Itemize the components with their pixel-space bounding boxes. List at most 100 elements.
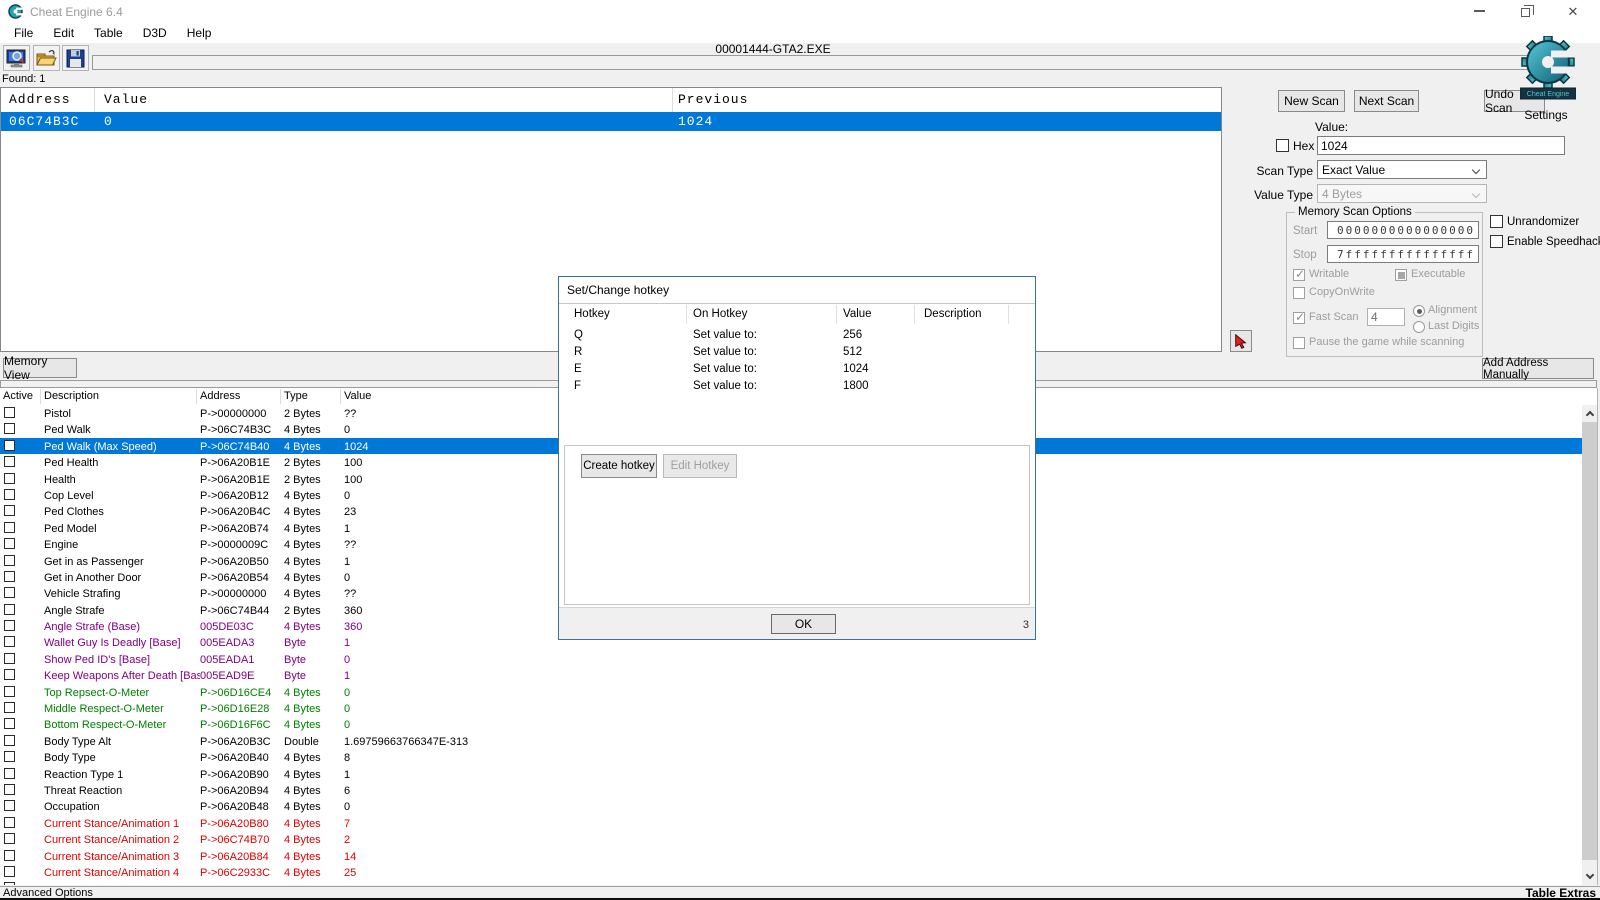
scan-value-input[interactable] [1317,136,1565,155]
menu-item[interactable]: Edit [43,26,84,40]
table-row[interactable] [0,880,1582,885]
column-header-description[interactable]: Description [44,390,99,402]
menu-item[interactable]: Table [84,26,133,40]
scroll-down-button[interactable] [1582,868,1597,885]
column-header-hotkey[interactable]: Hotkey [574,308,684,320]
table-row[interactable]: Threat Reaction P->06A20B94 4 Bytes 6 [0,782,1582,798]
settings-link[interactable]: Settings [1506,108,1586,122]
column-header-type[interactable]: Type [284,390,308,402]
active-checkbox[interactable] [4,653,15,664]
pause-game-checkbox[interactable] [1293,337,1305,349]
active-checkbox[interactable] [4,473,15,484]
table-row[interactable]: Current Stance/Animation 4 P->06C2933C 4… [0,864,1582,880]
vertical-scrollbar[interactable] [1582,405,1597,885]
restore-button[interactable] [1505,0,1545,22]
active-checkbox[interactable] [4,850,15,861]
active-checkbox[interactable] [4,407,15,418]
add-selected-addresses-button[interactable] [1230,330,1252,352]
column-header-value[interactable]: Value [104,92,148,107]
table-row[interactable]: Current Stance/Animation 2 P->06C74B70 4… [0,831,1582,847]
active-checkbox[interactable] [4,702,15,713]
active-checkbox[interactable] [4,833,15,844]
executable-checkbox[interactable] [1395,269,1407,281]
memory-view-button[interactable]: Memory View [3,358,77,378]
hotkey-action: Set value to: [693,363,833,375]
add-address-manually-button[interactable]: Add Address Manually [1482,358,1594,379]
table-row[interactable]: Body Type Alt P->06A20B3C Double 1.69759… [0,733,1582,749]
active-checkbox[interactable] [4,768,15,779]
ok-button[interactable]: OK [771,614,836,634]
active-checkbox[interactable] [4,784,15,795]
hotkey-row[interactable]: Q Set value to: 256 [559,327,1035,344]
active-checkbox[interactable] [4,604,15,615]
minimize-button[interactable] [1459,0,1499,22]
new-scan-button[interactable]: New Scan [1278,90,1345,112]
start-address-input[interactable] [1327,221,1479,239]
last-digits-radio[interactable] [1413,321,1425,333]
alignment-radio[interactable] [1413,305,1425,317]
column-header-value[interactable]: Value [344,390,371,402]
hotkey-row[interactable]: F Set value to: 1800 [559,378,1035,395]
column-header-active[interactable]: Active [3,390,33,402]
active-checkbox[interactable] [4,817,15,828]
table-row[interactable]: Body Type P->06A20B40 4 Bytes 8 [0,749,1582,765]
scroll-up-button[interactable] [1582,405,1597,422]
table-row[interactable]: Reaction Type 1 P->06A20B90 4 Bytes 1 [0,766,1582,782]
stop-address-input[interactable] [1327,245,1479,263]
menu-item[interactable]: D3D [133,26,177,40]
copyonwrite-checkbox[interactable] [1293,287,1305,299]
active-checkbox[interactable] [4,456,15,467]
active-checkbox[interactable] [4,587,15,598]
table-row[interactable]: Top Repsect-O-Meter P->06D16CE4 4 Bytes … [0,684,1582,700]
enable-speedhack-checkbox[interactable] [1490,235,1503,248]
column-header-address[interactable]: Address [200,390,240,402]
active-checkbox[interactable] [4,882,15,885]
fast-scan-alignment-input[interactable] [1367,308,1405,326]
scan-result-row[interactable]: 06C74B3C 0 1024 [1,112,1221,131]
unrandomizer-checkbox[interactable] [1490,215,1503,228]
table-row[interactable]: Occupation P->06A20B48 4 Bytes 0 [0,798,1582,814]
active-checkbox[interactable] [4,686,15,697]
column-header-address[interactable]: Address [9,92,71,107]
active-checkbox[interactable] [4,423,15,434]
scrollbar-thumb[interactable] [1582,422,1597,860]
table-row[interactable]: Show Ped ID's [Base] 005EADA1 Byte 0 [0,651,1582,667]
active-checkbox[interactable] [4,571,15,582]
fast-scan-checkbox[interactable]: ✓ [1293,312,1305,324]
edit-hotkey-button[interactable]: Edit Hotkey [663,454,737,478]
active-checkbox[interactable] [4,538,15,549]
table-row[interactable]: Current Stance/Animation 1 P->06A20B80 4… [0,815,1582,831]
column-header-previous[interactable]: Previous [678,92,748,107]
menu-item[interactable]: Help [177,26,222,40]
table-row[interactable]: Keep Weapons After Death [Base] 005EAD9E… [0,667,1582,683]
active-checkbox[interactable] [4,620,15,631]
hotkey-row[interactable]: R Set value to: 512 [559,344,1035,361]
active-checkbox[interactable] [4,669,15,680]
table-row[interactable]: Bottom Respect-O-Meter P->06D16F6C 4 Byt… [0,716,1582,732]
active-checkbox[interactable] [4,866,15,877]
column-header-description[interactable]: Description [924,308,982,320]
scan-type-select[interactable]: Exact Value [1317,160,1487,179]
table-row[interactable]: Current Stance/Animation 3 P->06A20B84 4… [0,848,1582,864]
close-button[interactable]: ✕ [1553,0,1593,22]
create-hotkey-button[interactable]: Create hotkey [581,454,657,478]
active-checkbox[interactable] [4,751,15,762]
active-checkbox[interactable] [4,440,15,451]
hex-checkbox[interactable] [1276,139,1289,152]
hotkey-row[interactable]: E Set value to: 1024 [559,361,1035,378]
column-header-on-hotkey[interactable]: On Hotkey [693,308,747,320]
active-checkbox[interactable] [4,718,15,729]
active-checkbox[interactable] [4,522,15,533]
next-scan-button[interactable]: Next Scan [1354,90,1419,112]
active-checkbox[interactable] [4,555,15,566]
active-checkbox[interactable] [4,636,15,647]
active-checkbox[interactable] [4,505,15,516]
menu-item[interactable]: File [4,26,43,40]
table-row[interactable]: Middle Respect-O-Meter P->06D16E28 4 Byt… [0,700,1582,716]
value-type-select[interactable]: 4 Bytes [1317,184,1487,203]
writable-checkbox[interactable]: ✓ [1293,269,1305,281]
active-checkbox[interactable] [4,735,15,746]
column-header-value[interactable]: Value [843,308,872,320]
active-checkbox[interactable] [4,800,15,811]
active-checkbox[interactable] [4,489,15,500]
